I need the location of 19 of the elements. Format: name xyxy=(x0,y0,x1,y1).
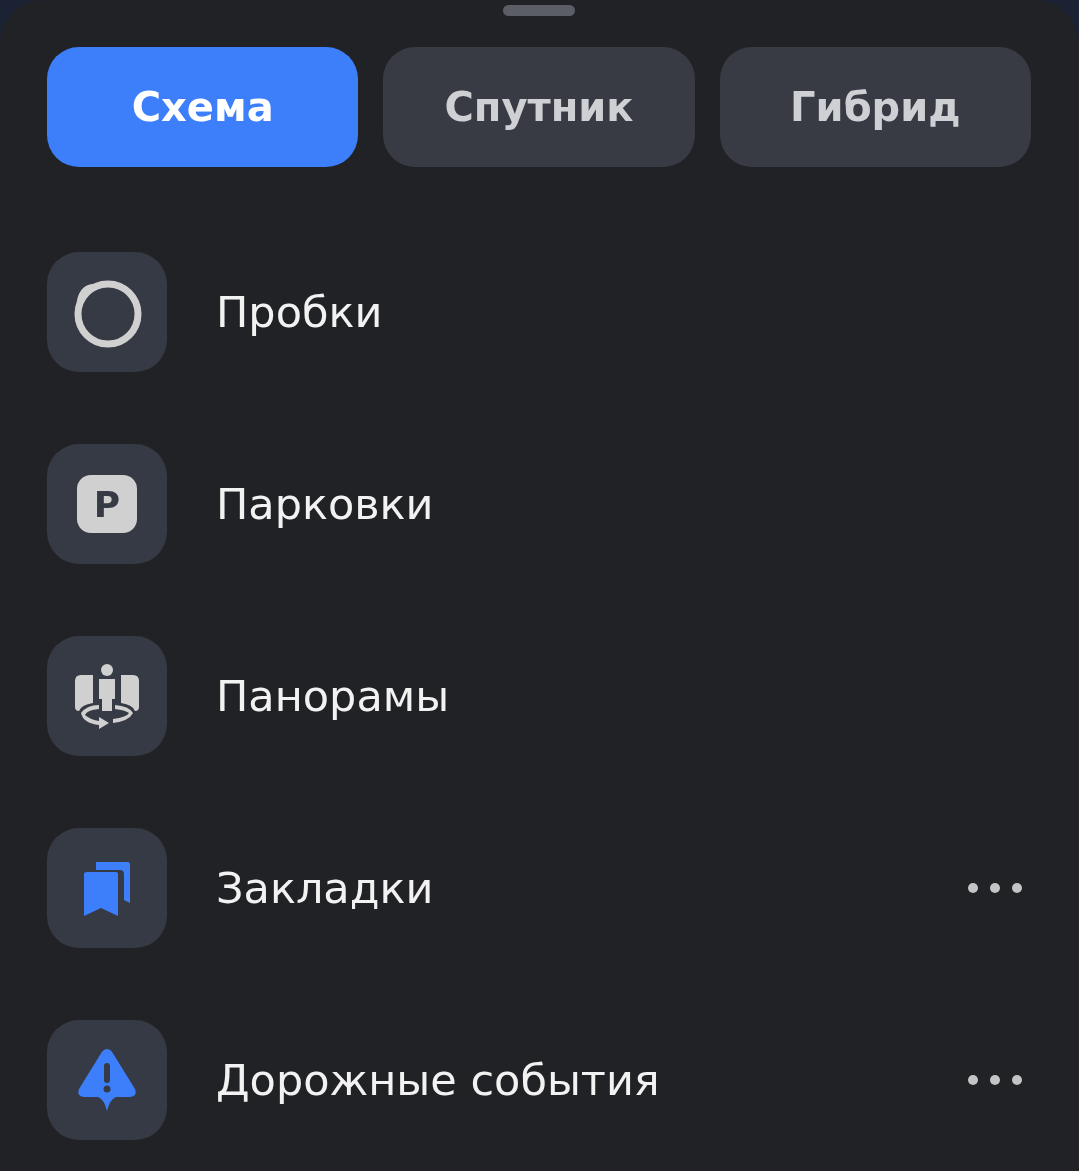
traffic-layer-button[interactable] xyxy=(47,252,167,372)
parking-icon: P xyxy=(77,475,137,533)
panorama-layer-button[interactable] xyxy=(47,636,167,756)
map-type-tab[interactable]: Схема xyxy=(47,47,359,167)
layer-label: Закладки xyxy=(216,863,435,913)
more-icon[interactable] xyxy=(967,882,1023,894)
bookmarks-layer-button[interactable] xyxy=(47,828,167,948)
layer-label: Панорамы xyxy=(216,671,451,721)
layer-label: Дорожные события xyxy=(216,1055,661,1105)
events-layer-button[interactable] xyxy=(47,1020,167,1140)
bookmarks-icon xyxy=(82,860,132,916)
drag-handle[interactable] xyxy=(503,5,575,16)
panorama-icon xyxy=(73,663,141,729)
more-icon[interactable] xyxy=(967,1074,1023,1086)
layer-label: Пробки xyxy=(216,287,384,337)
map-type-tab[interactable]: Спутник xyxy=(383,47,695,167)
parking-layer-button[interactable]: P xyxy=(47,444,167,564)
map-type-tab[interactable]: Гибрид xyxy=(719,47,1031,167)
layer-label: Парковки xyxy=(216,479,435,529)
